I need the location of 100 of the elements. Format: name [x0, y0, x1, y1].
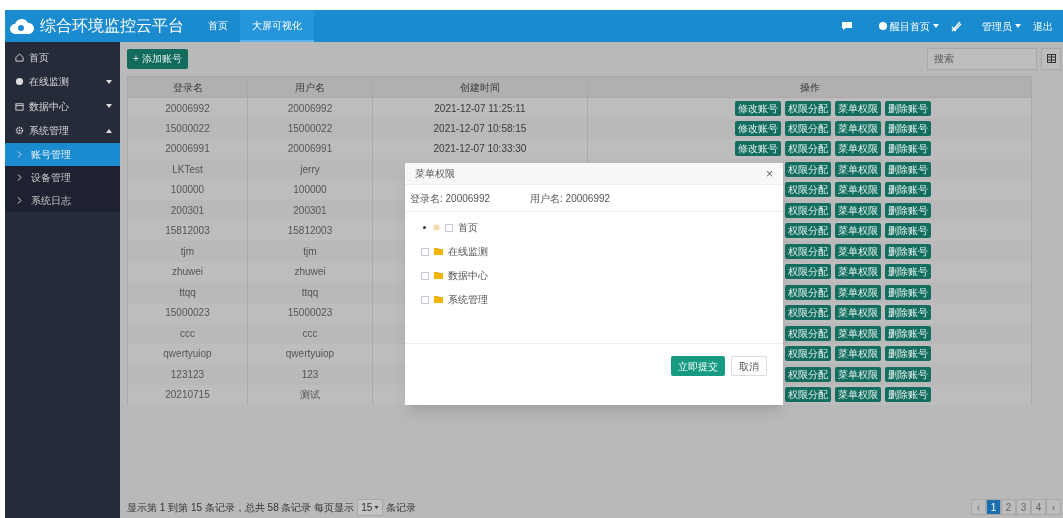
action-button[interactable]: 权限分配 — [785, 305, 831, 321]
page-button[interactable]: › — [1046, 499, 1061, 515]
action-button[interactable]: 删除账号 — [885, 284, 931, 300]
nav-tab[interactable]: 首页 — [196, 10, 240, 42]
columns-button[interactable] — [1041, 47, 1061, 70]
page-size-select[interactable]: 15 — [357, 498, 384, 516]
action-button[interactable]: 权限分配 — [785, 387, 831, 403]
action-button[interactable]: 删除账号 — [885, 305, 931, 321]
action-button[interactable]: 删除账号 — [885, 182, 931, 198]
sidebar-subitem[interactable]: 设备管理 — [5, 166, 120, 189]
action-button[interactable]: 修改账号 — [735, 120, 781, 136]
action-button[interactable]: 权限分配 — [785, 223, 831, 239]
action-button[interactable]: 修改账号 — [735, 141, 781, 157]
action-button[interactable]: 权限分配 — [785, 325, 831, 341]
sidebar-item[interactable]: 在线监测 — [5, 69, 120, 94]
action-button[interactable]: 权限分配 — [785, 284, 831, 300]
page-button[interactable]: 1 — [986, 499, 1001, 515]
action-button[interactable]: 菜单权限 — [835, 182, 881, 198]
chevron-right-icon — [17, 174, 22, 181]
chevron-right-icon — [17, 197, 22, 204]
tree-label[interactable]: 在线监测 — [448, 244, 488, 259]
tree-label[interactable]: 系统管理 — [448, 292, 488, 307]
action-button[interactable]: 权限分配 — [785, 120, 831, 136]
action-button[interactable]: 权限分配 — [785, 100, 831, 116]
nav-tab[interactable]: 大屏可视化 — [240, 10, 314, 42]
search-field[interactable]: 搜索 — [927, 47, 1037, 70]
action-button[interactable]: 菜单权限 — [835, 325, 881, 341]
caret-icon — [374, 505, 380, 509]
checkbox[interactable] — [421, 271, 429, 280]
action-button[interactable]: 菜单权限 — [835, 141, 881, 157]
action-button[interactable]: 权限分配 — [785, 264, 831, 280]
chat-icon — [841, 21, 853, 31]
page-button[interactable]: 3 — [1016, 499, 1031, 515]
action-button[interactable]: 菜单权限 — [835, 161, 881, 177]
action-button[interactable]: 删除账号 — [885, 223, 931, 239]
action-button[interactable]: 权限分配 — [785, 161, 831, 177]
tree-label[interactable]: 数据中心 — [448, 268, 488, 283]
action-button[interactable]: 菜单权限 — [835, 100, 881, 116]
action-button[interactable]: 菜单权限 — [835, 305, 881, 321]
action-button[interactable]: 权限分配 — [785, 182, 831, 198]
action-button[interactable]: 权限分配 — [785, 346, 831, 362]
action-button[interactable]: 删除账号 — [885, 141, 931, 157]
action-button[interactable]: 删除账号 — [885, 243, 931, 259]
action-button[interactable]: 删除账号 — [885, 161, 931, 177]
action-button[interactable]: 删除账号 — [885, 387, 931, 403]
checkbox[interactable] — [445, 223, 453, 232]
table-cell: ttqq — [247, 282, 373, 303]
cancel-button[interactable]: 取消 — [731, 356, 767, 376]
caret-icon — [1015, 24, 1021, 28]
submit-button[interactable]: 立即提交 — [671, 356, 725, 376]
action-button[interactable]: 删除账号 — [885, 346, 931, 362]
sidebar-item[interactable]: 数据中心 — [5, 94, 120, 119]
action-button[interactable]: 菜单权限 — [835, 264, 881, 280]
table-cell: ttqq — [127, 282, 248, 303]
action-button[interactable]: 菜单权限 — [835, 120, 881, 136]
action-button[interactable]: 权限分配 — [785, 366, 831, 382]
action-button[interactable]: 删除账号 — [885, 264, 931, 280]
action-button[interactable]: 权限分配 — [785, 243, 831, 259]
sidebar-item[interactable]: 系统管理 — [5, 118, 120, 143]
checkbox[interactable] — [421, 247, 429, 256]
action-button[interactable]: 修改账号 — [735, 100, 781, 116]
globe-icon — [879, 22, 887, 30]
action-button[interactable]: 菜单权限 — [835, 223, 881, 239]
action-button[interactable]: 删除账号 — [885, 202, 931, 218]
cloud-icon — [9, 17, 35, 35]
action-button[interactable]: 删除账号 — [885, 100, 931, 116]
sidebar-subitem[interactable]: 账号管理 — [5, 143, 120, 166]
action-button[interactable]: 权限分配 — [785, 202, 831, 218]
action-button[interactable]: 菜单权限 — [835, 366, 881, 382]
action-button[interactable]: 删除账号 — [885, 366, 931, 382]
logout-link[interactable]: 退出 — [1033, 18, 1053, 34]
folder-icon — [434, 272, 443, 279]
column-header: 用户名 — [247, 76, 373, 98]
sidebar-subitem[interactable]: 系统日志 — [5, 189, 120, 212]
action-button[interactable]: 菜单权限 — [835, 346, 881, 362]
page-button[interactable]: 4 — [1031, 499, 1046, 515]
table-cell: 2021-12-07 10:58:15 — [433, 122, 527, 134]
page-button[interactable]: 2 — [1001, 499, 1016, 515]
add-account-button[interactable]: + 添加账号 — [127, 48, 188, 69]
table-cell: 2021-12-07 10:33:30 — [433, 143, 527, 155]
action-button[interactable]: 菜单权限 — [835, 243, 881, 259]
theme-menu[interactable]: 醒目首页 — [879, 18, 939, 34]
action-button[interactable]: 删除账号 — [885, 325, 931, 341]
action-button[interactable]: 删除账号 — [885, 120, 931, 136]
checkbox[interactable] — [421, 295, 429, 304]
sidebar-item[interactable]: 首页 — [5, 45, 120, 70]
action-button[interactable]: 权限分配 — [785, 141, 831, 157]
dot-icon — [15, 77, 24, 87]
settings-icon — [15, 126, 24, 136]
action-button[interactable]: 菜单权限 — [835, 202, 881, 218]
tree-label[interactable]: 首页 — [458, 220, 478, 235]
column-header: 登录名 — [127, 76, 248, 98]
caret-icon — [933, 24, 939, 28]
action-button[interactable]: 菜单权限 — [835, 387, 881, 403]
action-button[interactable]: 菜单权限 — [835, 284, 881, 300]
close-button[interactable]: × — [766, 164, 773, 183]
app-title: 综合环境监控云平台 — [40, 16, 184, 36]
page-button[interactable]: ‹ — [971, 499, 986, 515]
table-cell: 20210715 — [127, 384, 248, 405]
user-menu[interactable]: 管理员 — [982, 18, 1021, 34]
